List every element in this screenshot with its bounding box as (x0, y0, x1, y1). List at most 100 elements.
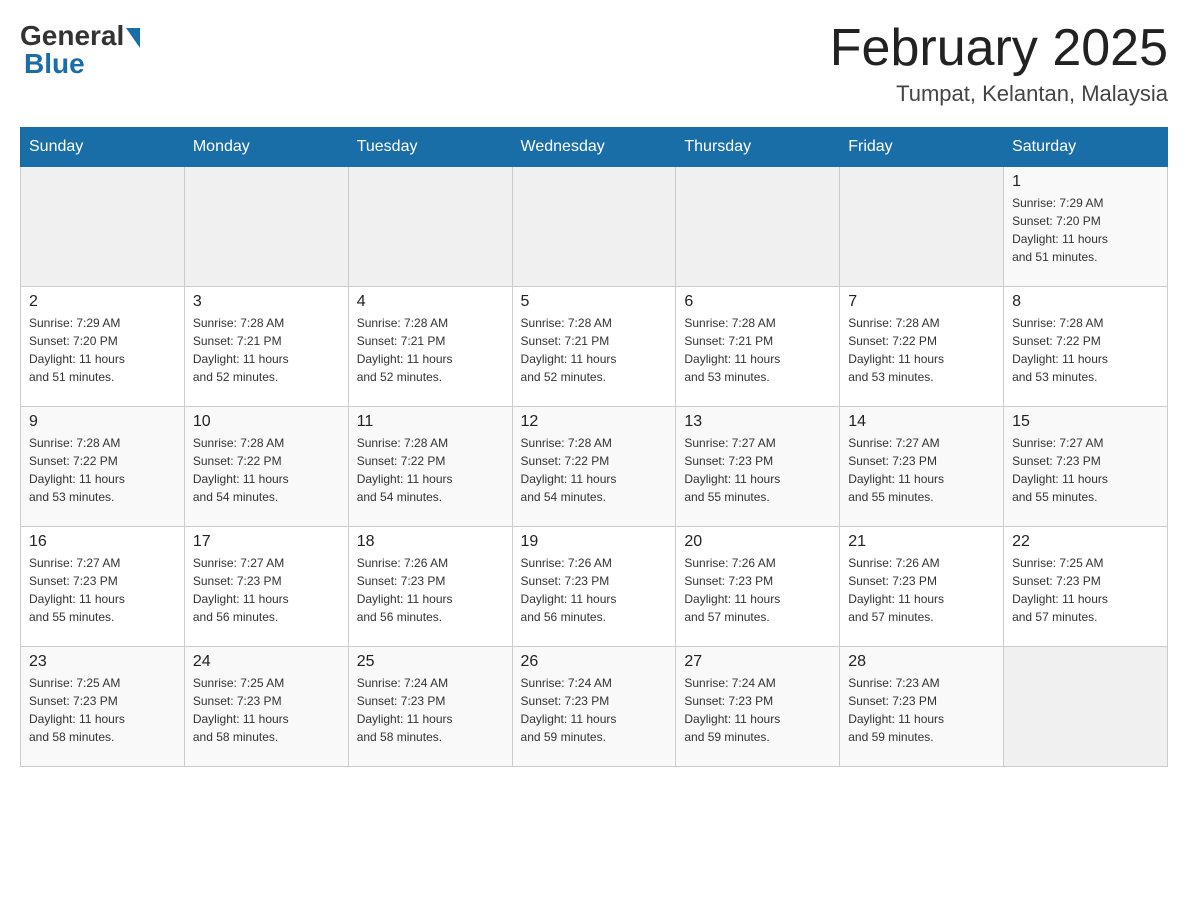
calendar-cell: 6 Sunrise: 7:28 AM Sunset: 7:21 PM Daylig… (676, 287, 840, 407)
calendar-cell (512, 167, 676, 287)
calendar-cell: 22 Sunrise: 7:25 AM Sunset: 7:23 PM Dayli… (1004, 527, 1168, 647)
logo: General Blue (20, 20, 140, 80)
day-info: Sunrise: 7:28 AM Sunset: 7:21 PM Dayligh… (193, 314, 340, 386)
weekday-header-row: SundayMondayTuesdayWednesdayThursdayFrid… (21, 128, 1168, 167)
calendar-cell: 13 Sunrise: 7:27 AM Sunset: 7:23 PM Dayli… (676, 407, 840, 527)
day-number: 15 (1012, 413, 1159, 431)
calendar-cell (1004, 647, 1168, 767)
weekday-header-monday: Monday (184, 128, 348, 167)
day-info: Sunrise: 7:26 AM Sunset: 7:23 PM Dayligh… (357, 554, 504, 626)
calendar-cell (840, 167, 1004, 287)
calendar-cell: 18Sunrise: 7:26 AM Sunset: 7:23 PM Dayli… (348, 527, 512, 647)
day-number: 6 (684, 293, 831, 311)
calendar-week-row: 1 Sunrise: 7:29 AM Sunset: 7:20 PM Daylig… (21, 167, 1168, 287)
day-info: Sunrise: 7:27 AM Sunset: 7:23 PM Dayligh… (848, 434, 995, 506)
day-number: 13 (684, 413, 831, 431)
day-number: 24 (193, 653, 340, 671)
calendar-cell (21, 167, 185, 287)
day-number: 26 (521, 653, 668, 671)
calendar-cell: 14 Sunrise: 7:27 AM Sunset: 7:23 PM Dayli… (840, 407, 1004, 527)
day-number: 7 (848, 293, 995, 311)
calendar-cell: 2 Sunrise: 7:29 AM Sunset: 7:20 PM Daylig… (21, 287, 185, 407)
day-number: 22 (1012, 533, 1159, 551)
calendar-cell: 27Sunrise: 7:24 AM Sunset: 7:23 PM Dayli… (676, 647, 840, 767)
weekday-header-saturday: Saturday (1004, 128, 1168, 167)
calendar-cell: 15 Sunrise: 7:27 AM Sunset: 7:23 PM Dayli… (1004, 407, 1168, 527)
calendar-cell: 25 Sunrise: 7:24 AM Sunset: 7:23 PM Dayli… (348, 647, 512, 767)
day-info: Sunrise: 7:27 AM Sunset: 7:23 PM Dayligh… (684, 434, 831, 506)
day-info: Sunrise: 7:27 AM Sunset: 7:23 PM Dayligh… (193, 554, 340, 626)
day-info: Sunrise: 7:28 AM Sunset: 7:21 PM Dayligh… (521, 314, 668, 386)
logo-arrow-icon (126, 28, 140, 48)
calendar-cell: 5 Sunrise: 7:28 AM Sunset: 7:21 PM Daylig… (512, 287, 676, 407)
calendar-cell: 9 Sunrise: 7:28 AM Sunset: 7:22 PM Daylig… (21, 407, 185, 527)
calendar-cell: 17 Sunrise: 7:27 AM Sunset: 7:23 PM Dayli… (184, 527, 348, 647)
day-info: Sunrise: 7:28 AM Sunset: 7:22 PM Dayligh… (521, 434, 668, 506)
day-number: 2 (29, 293, 176, 311)
day-number: 17 (193, 533, 340, 551)
weekday-header-thursday: Thursday (676, 128, 840, 167)
calendar-cell (184, 167, 348, 287)
day-number: 28 (848, 653, 995, 671)
day-info: Sunrise: 7:27 AM Sunset: 7:23 PM Dayligh… (1012, 434, 1159, 506)
day-info: Sunrise: 7:28 AM Sunset: 7:22 PM Dayligh… (1012, 314, 1159, 386)
day-info: Sunrise: 7:29 AM Sunset: 7:20 PM Dayligh… (1012, 194, 1159, 266)
day-info: Sunrise: 7:28 AM Sunset: 7:22 PM Dayligh… (29, 434, 176, 506)
day-info: Sunrise: 7:29 AM Sunset: 7:20 PM Dayligh… (29, 314, 176, 386)
day-info: Sunrise: 7:28 AM Sunset: 7:21 PM Dayligh… (684, 314, 831, 386)
logo-blue-text: Blue (24, 48, 85, 80)
day-number: 8 (1012, 293, 1159, 311)
calendar-cell: 21 Sunrise: 7:26 AM Sunset: 7:23 PM Dayli… (840, 527, 1004, 647)
page-header: General Blue February 2025 Tumpat, Kelan… (20, 20, 1168, 107)
day-number: 25 (357, 653, 504, 671)
day-info: Sunrise: 7:28 AM Sunset: 7:22 PM Dayligh… (357, 434, 504, 506)
day-info: Sunrise: 7:25 AM Sunset: 7:23 PM Dayligh… (193, 674, 340, 746)
calendar-cell (348, 167, 512, 287)
day-number: 12 (521, 413, 668, 431)
calendar-cell: 28 Sunrise: 7:23 AM Sunset: 7:23 PM Dayli… (840, 647, 1004, 767)
calendar-cell: 24 Sunrise: 7:25 AM Sunset: 7:23 PM Dayli… (184, 647, 348, 767)
day-info: Sunrise: 7:26 AM Sunset: 7:23 PM Dayligh… (521, 554, 668, 626)
calendar-cell: 1 Sunrise: 7:29 AM Sunset: 7:20 PM Daylig… (1004, 167, 1168, 287)
day-number: 5 (521, 293, 668, 311)
calendar-cell: 4Sunrise: 7:28 AM Sunset: 7:21 PM Daylig… (348, 287, 512, 407)
calendar-week-row: 23Sunrise: 7:25 AM Sunset: 7:23 PM Dayli… (21, 647, 1168, 767)
calendar-cell (676, 167, 840, 287)
day-number: 3 (193, 293, 340, 311)
day-info: Sunrise: 7:24 AM Sunset: 7:23 PM Dayligh… (357, 674, 504, 746)
weekday-header-wednesday: Wednesday (512, 128, 676, 167)
day-number: 21 (848, 533, 995, 551)
day-info: Sunrise: 7:28 AM Sunset: 7:22 PM Dayligh… (193, 434, 340, 506)
day-number: 1 (1012, 173, 1159, 191)
weekday-header-friday: Friday (840, 128, 1004, 167)
day-number: 10 (193, 413, 340, 431)
day-number: 4 (357, 293, 504, 311)
day-number: 9 (29, 413, 176, 431)
weekday-header-tuesday: Tuesday (348, 128, 512, 167)
calendar-cell: 10 Sunrise: 7:28 AM Sunset: 7:22 PM Dayli… (184, 407, 348, 527)
day-info: Sunrise: 7:26 AM Sunset: 7:23 PM Dayligh… (848, 554, 995, 626)
day-info: Sunrise: 7:25 AM Sunset: 7:23 PM Dayligh… (1012, 554, 1159, 626)
calendar-cell: 19Sunrise: 7:26 AM Sunset: 7:23 PM Dayli… (512, 527, 676, 647)
day-info: Sunrise: 7:23 AM Sunset: 7:23 PM Dayligh… (848, 674, 995, 746)
title-section: February 2025 Tumpat, Kelantan, Malaysia (830, 20, 1168, 107)
calendar-week-row: 16Sunrise: 7:27 AM Sunset: 7:23 PM Dayli… (21, 527, 1168, 647)
calendar-cell: 20 Sunrise: 7:26 AM Sunset: 7:23 PM Dayli… (676, 527, 840, 647)
day-number: 27 (684, 653, 831, 671)
calendar-cell: 8 Sunrise: 7:28 AM Sunset: 7:22 PM Daylig… (1004, 287, 1168, 407)
calendar-body: 1 Sunrise: 7:29 AM Sunset: 7:20 PM Daylig… (21, 167, 1168, 767)
calendar-cell: 7 Sunrise: 7:28 AM Sunset: 7:22 PM Daylig… (840, 287, 1004, 407)
weekday-header-sunday: Sunday (21, 128, 185, 167)
calendar-week-row: 9 Sunrise: 7:28 AM Sunset: 7:22 PM Daylig… (21, 407, 1168, 527)
day-number: 11 (357, 413, 504, 431)
day-info: Sunrise: 7:28 AM Sunset: 7:22 PM Dayligh… (848, 314, 995, 386)
month-title: February 2025 (830, 20, 1168, 77)
day-number: 20 (684, 533, 831, 551)
calendar-header: SundayMondayTuesdayWednesdayThursdayFrid… (21, 128, 1168, 167)
day-number: 14 (848, 413, 995, 431)
location-subtitle: Tumpat, Kelantan, Malaysia (830, 81, 1168, 107)
calendar-cell: 12 Sunrise: 7:28 AM Sunset: 7:22 PM Dayli… (512, 407, 676, 527)
day-info: Sunrise: 7:25 AM Sunset: 7:23 PM Dayligh… (29, 674, 176, 746)
day-info: Sunrise: 7:26 AM Sunset: 7:23 PM Dayligh… (684, 554, 831, 626)
day-info: Sunrise: 7:27 AM Sunset: 7:23 PM Dayligh… (29, 554, 176, 626)
